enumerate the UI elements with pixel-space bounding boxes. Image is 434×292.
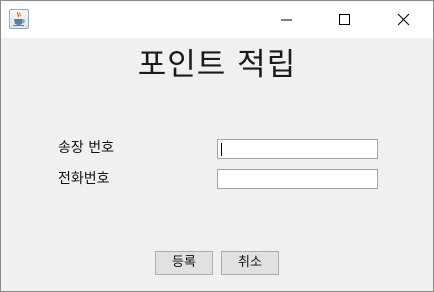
maximize-button[interactable] [322, 1, 368, 38]
close-button[interactable] [381, 1, 427, 38]
form-panel: 포인트 적립 송장 번호 전화번호 등록 취소 [1, 38, 433, 291]
title-bar[interactable] [1, 1, 433, 38]
page-title: 포인트 적립 [137, 47, 297, 83]
close-icon [397, 13, 410, 26]
app-window: 포인트 적립 송장 번호 전화번호 등록 취소 [0, 0, 434, 292]
cancel-button[interactable]: 취소 [221, 251, 279, 275]
text-caret [221, 143, 222, 156]
invoice-number-field[interactable] [217, 139, 378, 159]
invoice-number-label: 송장 번호 [58, 140, 114, 156]
java-coffee-cup-icon[interactable] [9, 9, 29, 29]
minimize-button[interactable] [264, 1, 310, 38]
phone-number-label: 전화번호 [58, 171, 110, 187]
phone-number-field[interactable] [217, 169, 378, 189]
minimize-icon [281, 19, 292, 21]
register-button[interactable]: 등록 [155, 251, 213, 275]
maximize-icon [339, 14, 350, 25]
